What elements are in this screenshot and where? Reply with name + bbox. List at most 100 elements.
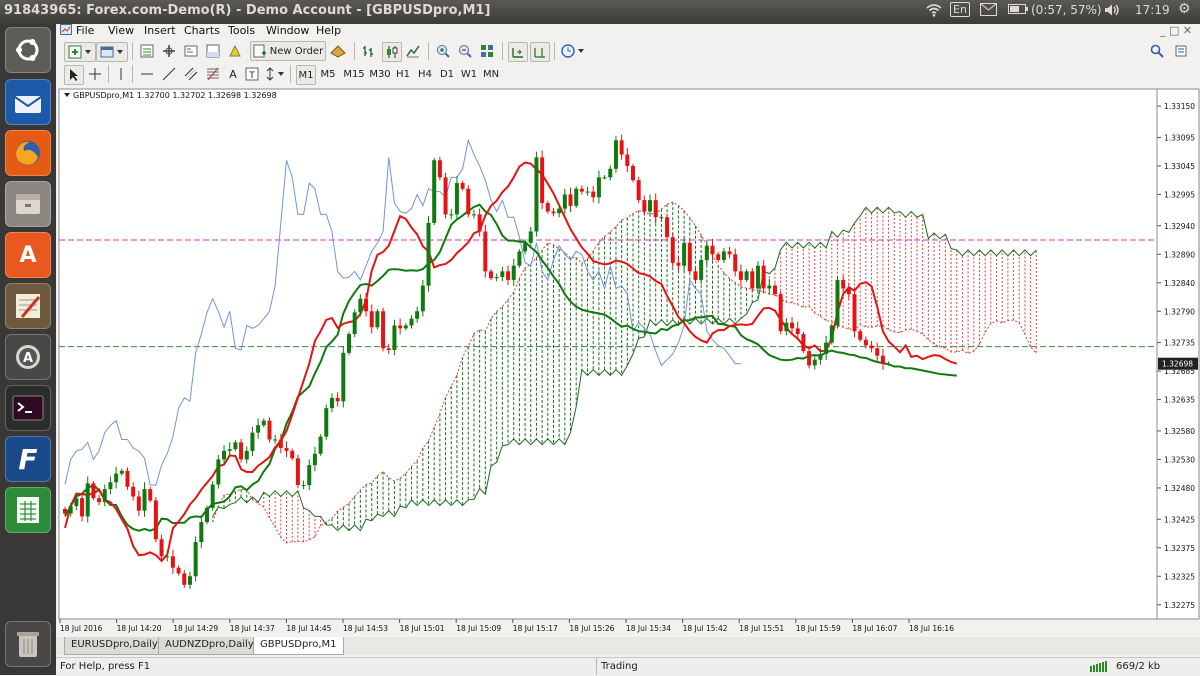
market-watch-icon[interactable] bbox=[138, 42, 156, 60]
timeframe-w1[interactable]: W1 bbox=[460, 65, 478, 83]
search-icon[interactable] bbox=[1148, 42, 1166, 60]
cursor-icon[interactable] bbox=[64, 65, 84, 85]
candle-body bbox=[369, 311, 374, 328]
candle-body bbox=[125, 470, 130, 487]
candle-body bbox=[886, 363, 891, 365]
menu-insert[interactable]: Insert bbox=[144, 24, 176, 37]
candle-body bbox=[437, 160, 442, 178]
timeframe-m15[interactable]: M15 bbox=[342, 65, 366, 83]
trendline-icon[interactable] bbox=[160, 65, 178, 83]
window-controls[interactable]: _ □ ✕ bbox=[1160, 24, 1192, 37]
timeframe-h4[interactable]: H4 bbox=[416, 65, 434, 83]
candle-body bbox=[551, 211, 556, 214]
text-label-icon[interactable]: T bbox=[244, 65, 260, 83]
x-tick-label: 18 Jul 16:07 bbox=[852, 624, 897, 633]
candle-body bbox=[193, 542, 198, 577]
trash-icon[interactable] bbox=[5, 621, 51, 667]
equidistant-channel-icon[interactable] bbox=[182, 65, 200, 83]
gear-icon[interactable]: ⚙ bbox=[1178, 1, 1191, 17]
periods-clock-icon[interactable] bbox=[560, 42, 588, 60]
menu-charts[interactable]: Charts bbox=[184, 24, 220, 37]
candle-body bbox=[256, 425, 261, 433]
timeframe-h1[interactable]: H1 bbox=[394, 65, 412, 83]
profiles-button[interactable] bbox=[96, 42, 128, 62]
clock[interactable]: 17:19 bbox=[1135, 3, 1170, 17]
tab-eurusd[interactable]: EURUSDpro,Daily bbox=[64, 637, 165, 655]
standard-toolbar: New Order bbox=[56, 39, 1200, 63]
chart-plot-area[interactable] bbox=[58, 88, 1158, 620]
timeframe-m30[interactable]: M30 bbox=[368, 65, 392, 83]
candle-body bbox=[420, 285, 425, 312]
ubuntu-dash-icon[interactable] bbox=[5, 27, 51, 73]
candle-body bbox=[795, 328, 800, 335]
menu-tools[interactable]: Tools bbox=[228, 24, 255, 37]
tile-windows-icon[interactable] bbox=[478, 42, 496, 60]
bar-chart-icon[interactable] bbox=[360, 42, 378, 60]
terminal-icon[interactable] bbox=[5, 385, 51, 431]
timeframe-d1[interactable]: D1 bbox=[438, 65, 456, 83]
toolbar-separator bbox=[428, 42, 429, 60]
candle-body bbox=[721, 251, 726, 260]
menu-file[interactable]: File bbox=[76, 24, 94, 37]
auto-scroll-icon[interactable] bbox=[508, 42, 528, 62]
terminal-window-icon[interactable] bbox=[204, 42, 222, 60]
software-updater-icon[interactable]: A bbox=[5, 334, 51, 380]
strategy-tester-icon[interactable] bbox=[226, 42, 244, 60]
candle-body bbox=[335, 397, 340, 402]
menu-window[interactable]: Window bbox=[266, 24, 309, 37]
candle-body bbox=[165, 556, 170, 558]
vertical-line-icon[interactable] bbox=[114, 65, 128, 83]
candle-body bbox=[159, 539, 164, 557]
notes-icon[interactable] bbox=[5, 283, 51, 329]
timeframe-m1[interactable]: M1 bbox=[296, 65, 316, 85]
new-chart-button[interactable] bbox=[64, 42, 96, 62]
crosshair-move-icon[interactable] bbox=[160, 42, 178, 60]
timeframe-mn[interactable]: MN bbox=[482, 65, 500, 83]
zoom-in-icon[interactable] bbox=[434, 42, 452, 60]
navigator-icon[interactable] bbox=[182, 42, 200, 60]
arrows-icon[interactable] bbox=[264, 65, 286, 83]
spreadsheet-icon[interactable] bbox=[5, 487, 51, 533]
candle-body bbox=[295, 458, 300, 486]
line-chart-icon[interactable] bbox=[404, 42, 422, 60]
horizontal-line-icon[interactable] bbox=[138, 65, 156, 83]
launcher: A A F bbox=[0, 24, 56, 675]
fibonacci-icon[interactable] bbox=[204, 65, 222, 83]
keyboard-layout[interactable]: En bbox=[950, 2, 970, 17]
expert-advisors-icon[interactable] bbox=[328, 42, 348, 60]
candlesticks-icon[interactable] bbox=[382, 42, 402, 62]
app-menu-icon[interactable] bbox=[60, 24, 72, 39]
candle-body bbox=[80, 498, 85, 517]
candle-body bbox=[653, 200, 658, 218]
menu-help[interactable]: Help bbox=[316, 24, 341, 37]
software-center-icon[interactable]: A bbox=[5, 232, 51, 278]
community-icon[interactable] bbox=[1172, 42, 1190, 60]
current-price-label: 1.32698 bbox=[1162, 360, 1193, 369]
price-chart[interactable]: 1.33150 1.33095 1.33045 1.32995 1.32940 1.328… bbox=[56, 87, 1200, 637]
candle-body bbox=[409, 318, 414, 326]
forex-app-icon[interactable]: F bbox=[5, 436, 51, 482]
zoom-out-icon[interactable] bbox=[456, 42, 474, 60]
text-tool-icon[interactable]: A bbox=[226, 65, 240, 83]
menu-view[interactable]: View bbox=[108, 24, 134, 37]
crosshair-icon[interactable] bbox=[86, 65, 104, 83]
mail-icon[interactable] bbox=[980, 3, 997, 19]
tab-gbpusd[interactable]: GBPUSDpro,M1 bbox=[253, 637, 344, 655]
chart-shift-icon[interactable] bbox=[530, 42, 550, 62]
candle-body bbox=[670, 237, 675, 263]
tab-audnzd[interactable]: AUDNZDpro,Daily bbox=[158, 637, 261, 655]
candle-body bbox=[312, 453, 317, 466]
candle-body bbox=[863, 339, 868, 346]
candle-body bbox=[704, 245, 709, 260]
battery-icon[interactable] bbox=[1008, 3, 1028, 18]
new-order-button[interactable]: New Order bbox=[250, 41, 326, 61]
candle-body bbox=[273, 439, 278, 441]
volume-icon[interactable] bbox=[1104, 3, 1120, 20]
wifi-icon[interactable] bbox=[926, 3, 942, 20]
files-icon[interactable] bbox=[5, 181, 51, 227]
candle-body bbox=[477, 214, 482, 232]
timeframe-m5[interactable]: M5 bbox=[318, 65, 338, 83]
firefox-icon[interactable] bbox=[5, 130, 51, 176]
status-bar: For Help, press F1 Trading 669/2 kb bbox=[56, 657, 1200, 676]
thunderbird-icon[interactable] bbox=[5, 79, 51, 125]
